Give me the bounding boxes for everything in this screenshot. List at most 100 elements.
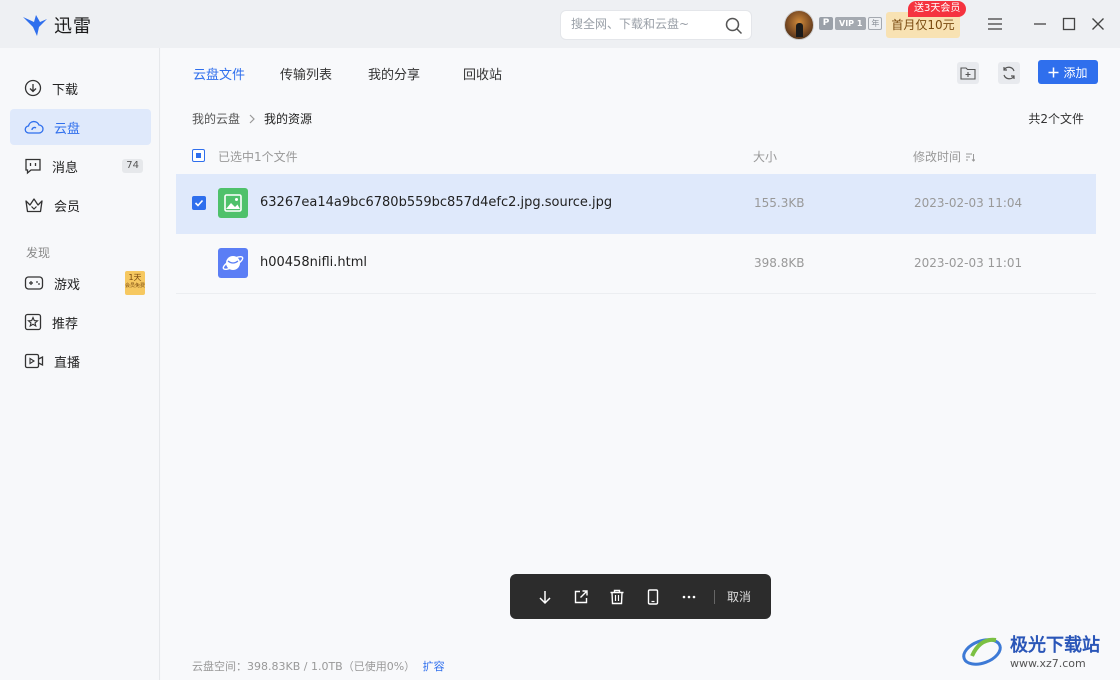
sort-icon bbox=[965, 153, 976, 162]
breadcrumb: 我的云盘 我的资源 bbox=[192, 110, 312, 127]
app-logo: 迅雷 bbox=[22, 12, 92, 38]
sidebar-item-download[interactable]: 下载 bbox=[10, 70, 151, 106]
sidebar-item-vip[interactable]: 会员 bbox=[10, 187, 151, 223]
expand-storage-link[interactable]: 扩容 bbox=[423, 660, 445, 673]
maximize-icon bbox=[1062, 17, 1076, 31]
plus-icon bbox=[1048, 67, 1059, 77]
file-date: 2023-02-03 11:04 bbox=[914, 196, 1023, 210]
mobile-action-button[interactable] bbox=[640, 584, 666, 610]
image-file-icon bbox=[218, 188, 248, 218]
new-folder-button[interactable] bbox=[957, 62, 979, 84]
check-icon bbox=[194, 199, 204, 207]
new-folder-icon bbox=[960, 67, 976, 80]
watermark-url: www.xz7.com bbox=[1010, 656, 1086, 670]
refresh-icon bbox=[1003, 66, 1015, 80]
promo-tag: 送3天会员 bbox=[908, 1, 967, 17]
badge-vip: VIP 1 bbox=[835, 17, 867, 30]
main-content: 云盘文件 传输列表 我的分享 回收站 添加 我的云盘 我的资源 共2个文件 已选… bbox=[161, 48, 1120, 680]
maximize-button[interactable] bbox=[1059, 14, 1079, 34]
sidebar-item-recommend[interactable]: 推荐 bbox=[10, 304, 151, 340]
sidebar-item-label: 下载 bbox=[52, 82, 79, 98]
gamepad-icon bbox=[24, 276, 44, 290]
sidebar-item-games[interactable]: 游戏 1天 会员免费 bbox=[10, 265, 151, 301]
menu-button[interactable] bbox=[985, 14, 1005, 34]
breadcrumb-root[interactable]: 我的云盘 bbox=[192, 110, 240, 127]
breadcrumb-current: 我的资源 bbox=[264, 112, 313, 126]
list-header: 已选中1个文件 大小 修改时间 bbox=[192, 148, 1082, 164]
game-badge-main: 1天 bbox=[128, 273, 142, 282]
sidebar-item-messages[interactable]: 消息 74 bbox=[10, 148, 151, 184]
sidebar-item-label: 云盘 bbox=[54, 121, 81, 137]
vip-crown-icon bbox=[25, 198, 43, 213]
download-action-button[interactable] bbox=[532, 584, 558, 610]
close-icon bbox=[1092, 18, 1104, 30]
sidebar-item-live[interactable]: 直播 bbox=[10, 343, 151, 379]
watermark: 极光下载站 www.xz7.com bbox=[960, 630, 1100, 670]
badge-year: 年 bbox=[868, 17, 883, 30]
refresh-button[interactable] bbox=[998, 62, 1020, 84]
phone-icon bbox=[647, 588, 659, 605]
game-free-badge: 1天 会员免费 bbox=[125, 271, 145, 295]
sidebar: 下载 云盘 消息 74 会员 发现 游戏 1天 会员免费 推荐 直播 bbox=[0, 48, 160, 680]
app-name: 迅雷 bbox=[54, 16, 92, 37]
sidebar-item-label: 直播 bbox=[54, 355, 81, 371]
action-divider bbox=[714, 589, 715, 604]
table-row[interactable]: h00458nifli.html 398.8KB 2023-02-03 11:0… bbox=[176, 234, 1096, 294]
arrow-down-icon bbox=[539, 590, 551, 604]
vip-badges: P VIP 1 年 bbox=[819, 17, 883, 30]
file-name: h00458nifli.html bbox=[260, 255, 367, 270]
row-checkbox[interactable] bbox=[192, 196, 206, 210]
star-icon bbox=[24, 313, 42, 331]
column-modified[interactable]: 修改时间 bbox=[913, 148, 976, 165]
selected-count-label: 已选中1个文件 bbox=[218, 150, 298, 164]
share-action-button[interactable] bbox=[568, 584, 594, 610]
table-row[interactable]: 63267ea14a9bc6780b559bc857d4efc2.jpg.sou… bbox=[176, 174, 1096, 234]
minimize-button[interactable] bbox=[1030, 14, 1050, 34]
cancel-selection-button[interactable]: 取消 bbox=[727, 588, 751, 605]
sidebar-item-cloud[interactable]: 云盘 bbox=[10, 109, 151, 145]
cloud-icon bbox=[24, 120, 44, 134]
tab-cloud-files[interactable]: 云盘文件 bbox=[193, 64, 245, 83]
section-discover-label: 发现 bbox=[26, 246, 51, 260]
sidebar-item-label: 会员 bbox=[54, 199, 81, 215]
watermark-logo-icon bbox=[962, 637, 1002, 666]
title-bar: 迅雷 P VIP 1 年 首月仅10元 送3天会员 bbox=[0, 0, 1120, 48]
select-all-checkbox[interactable] bbox=[192, 149, 205, 162]
more-action-button[interactable] bbox=[676, 584, 702, 610]
message-icon bbox=[25, 158, 41, 175]
add-button[interactable]: 添加 bbox=[1038, 60, 1098, 84]
badge-p: P bbox=[819, 17, 833, 30]
search-box[interactable] bbox=[560, 10, 752, 40]
sidebar-item-label: 游戏 bbox=[54, 277, 81, 293]
file-date: 2023-02-03 11:01 bbox=[914, 256, 1023, 270]
column-size[interactable]: 大小 bbox=[753, 148, 777, 165]
trash-icon bbox=[610, 589, 624, 604]
more-icon bbox=[682, 595, 696, 598]
close-button[interactable] bbox=[1088, 14, 1108, 34]
add-button-label: 添加 bbox=[1063, 65, 1088, 80]
watermark-brand: 极光下载站 bbox=[1010, 634, 1100, 656]
selection-action-bar: 取消 bbox=[510, 574, 771, 619]
file-count: 共2个文件 bbox=[1028, 112, 1084, 126]
share-icon bbox=[574, 589, 588, 603]
thunder-bird-icon bbox=[23, 15, 47, 36]
message-count-badge: 74 bbox=[122, 159, 143, 173]
storage-info: 云盘空间：398.83KB / 1.0TB（已使用0%） 扩容 bbox=[192, 658, 445, 674]
avatar[interactable] bbox=[784, 10, 814, 40]
tab-transfer-list[interactable]: 传输列表 bbox=[280, 64, 332, 83]
delete-action-button[interactable] bbox=[604, 584, 630, 610]
search-icon[interactable] bbox=[725, 17, 743, 35]
tab-recycle-bin[interactable]: 回收站 bbox=[463, 64, 502, 83]
chevron-right-icon bbox=[249, 114, 255, 123]
file-size: 155.3KB bbox=[754, 196, 805, 210]
storage-text: 云盘空间：398.83KB / 1.0TB（已使用0%） bbox=[192, 660, 416, 673]
sidebar-item-label: 推荐 bbox=[52, 316, 79, 332]
file-size: 398.8KB bbox=[754, 256, 805, 270]
search-input[interactable] bbox=[571, 17, 721, 31]
hamburger-icon bbox=[988, 18, 1002, 30]
column-modified-label: 修改时间 bbox=[913, 150, 962, 164]
file-name: 63267ea14a9bc6780b559bc857d4efc2.jpg.sou… bbox=[260, 195, 613, 210]
tab-my-shares[interactable]: 我的分享 bbox=[368, 64, 420, 83]
game-badge-sub: 会员免费 bbox=[125, 283, 146, 289]
download-icon bbox=[24, 79, 42, 97]
